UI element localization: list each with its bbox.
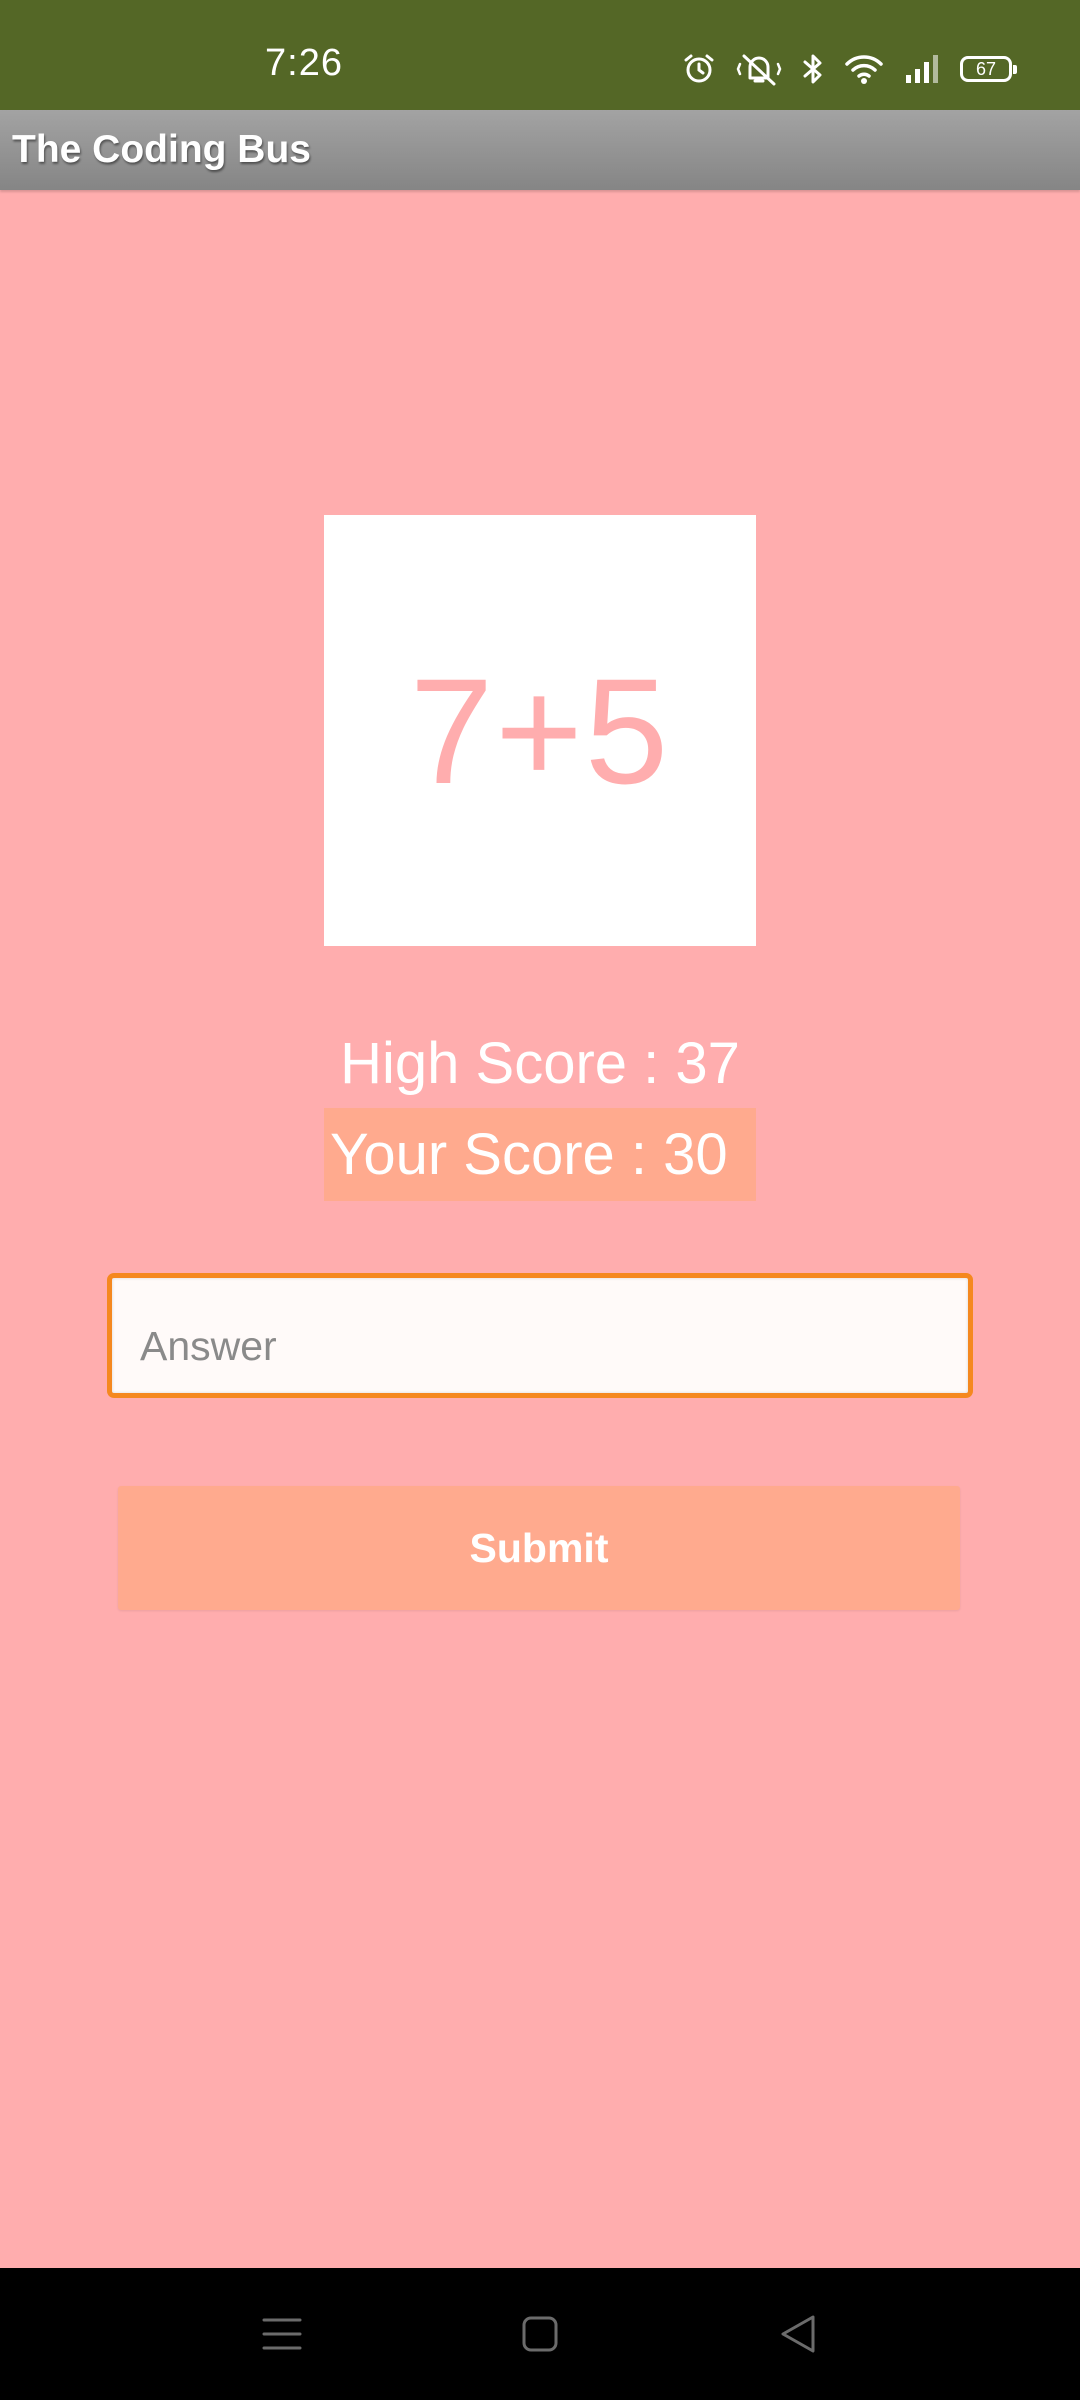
wifi-icon: [844, 53, 884, 85]
navigation-bar: [0, 2268, 1080, 2400]
back-icon[interactable]: [768, 2308, 828, 2360]
app-bar: The Coding Bus: [0, 110, 1080, 190]
bluetooth-icon: [802, 52, 824, 86]
vibrate-icon: [736, 52, 782, 86]
question-text: 7+5: [409, 646, 671, 815]
home-icon[interactable]: [510, 2308, 570, 2360]
answer-input[interactable]: [107, 1273, 973, 1398]
status-time: 7:26: [265, 42, 343, 84]
app-title: The Coding Bus: [12, 128, 311, 171]
your-score-label: Your Score : 30: [324, 1108, 756, 1201]
status-bar: 7:26 67: [0, 0, 1080, 110]
alarm-icon: [682, 52, 716, 86]
question-card: 7+5: [324, 515, 756, 946]
menu-icon[interactable]: [252, 2308, 312, 2360]
high-score-label: High Score : 37: [340, 1031, 740, 1096]
submit-button[interactable]: Submit: [118, 1486, 960, 1610]
status-icons: 67: [682, 52, 1017, 86]
signal-icon: [904, 53, 940, 85]
battery-icon: 67: [960, 56, 1017, 82]
